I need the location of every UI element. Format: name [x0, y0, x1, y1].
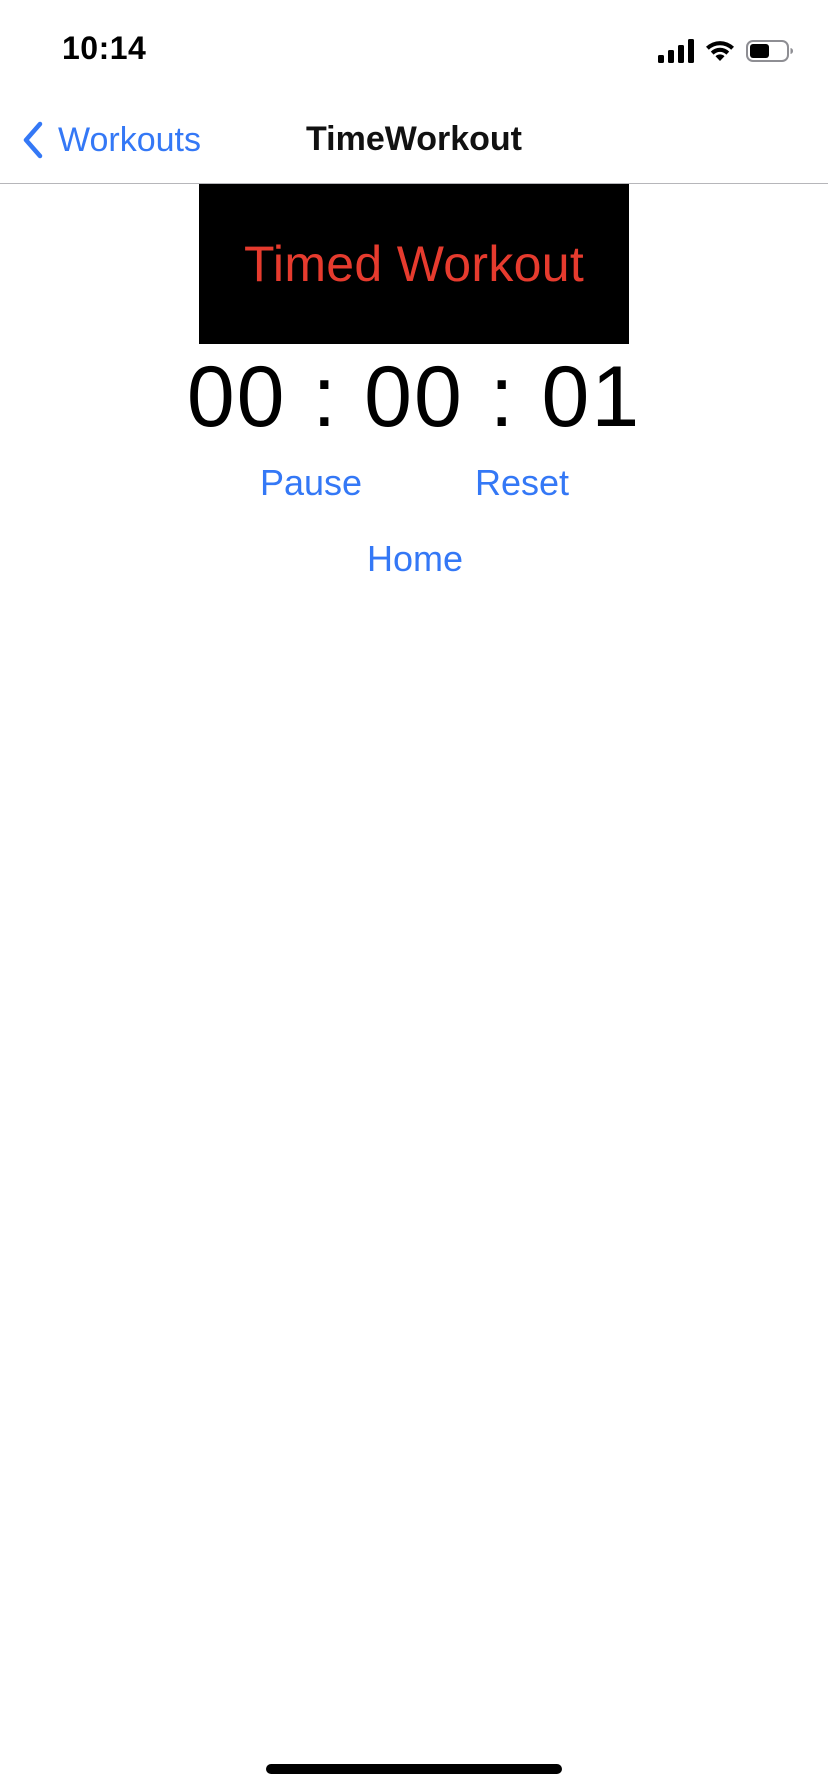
page-title: TimeWorkout [306, 120, 522, 158]
home-indicator [266, 1764, 562, 1774]
timer-display: 00 : 00 : 01 [186, 349, 642, 445]
status-icons [658, 36, 794, 66]
battery-icon [746, 39, 794, 63]
status-time: 10:14 [62, 30, 147, 66]
wifi-icon [704, 39, 736, 63]
workout-header-label: Timed Workout [243, 236, 585, 292]
status-bar: 10:14 [0, 0, 828, 100]
workout-header-banner: Timed Workout [199, 184, 629, 344]
home-button[interactable]: Home [367, 538, 463, 580]
reset-button[interactable]: Reset [475, 462, 569, 504]
navigation-bar: Workouts TimeWorkout [0, 100, 828, 184]
cellular-signal-icon [658, 39, 694, 63]
pause-button[interactable]: Pause [260, 462, 362, 504]
